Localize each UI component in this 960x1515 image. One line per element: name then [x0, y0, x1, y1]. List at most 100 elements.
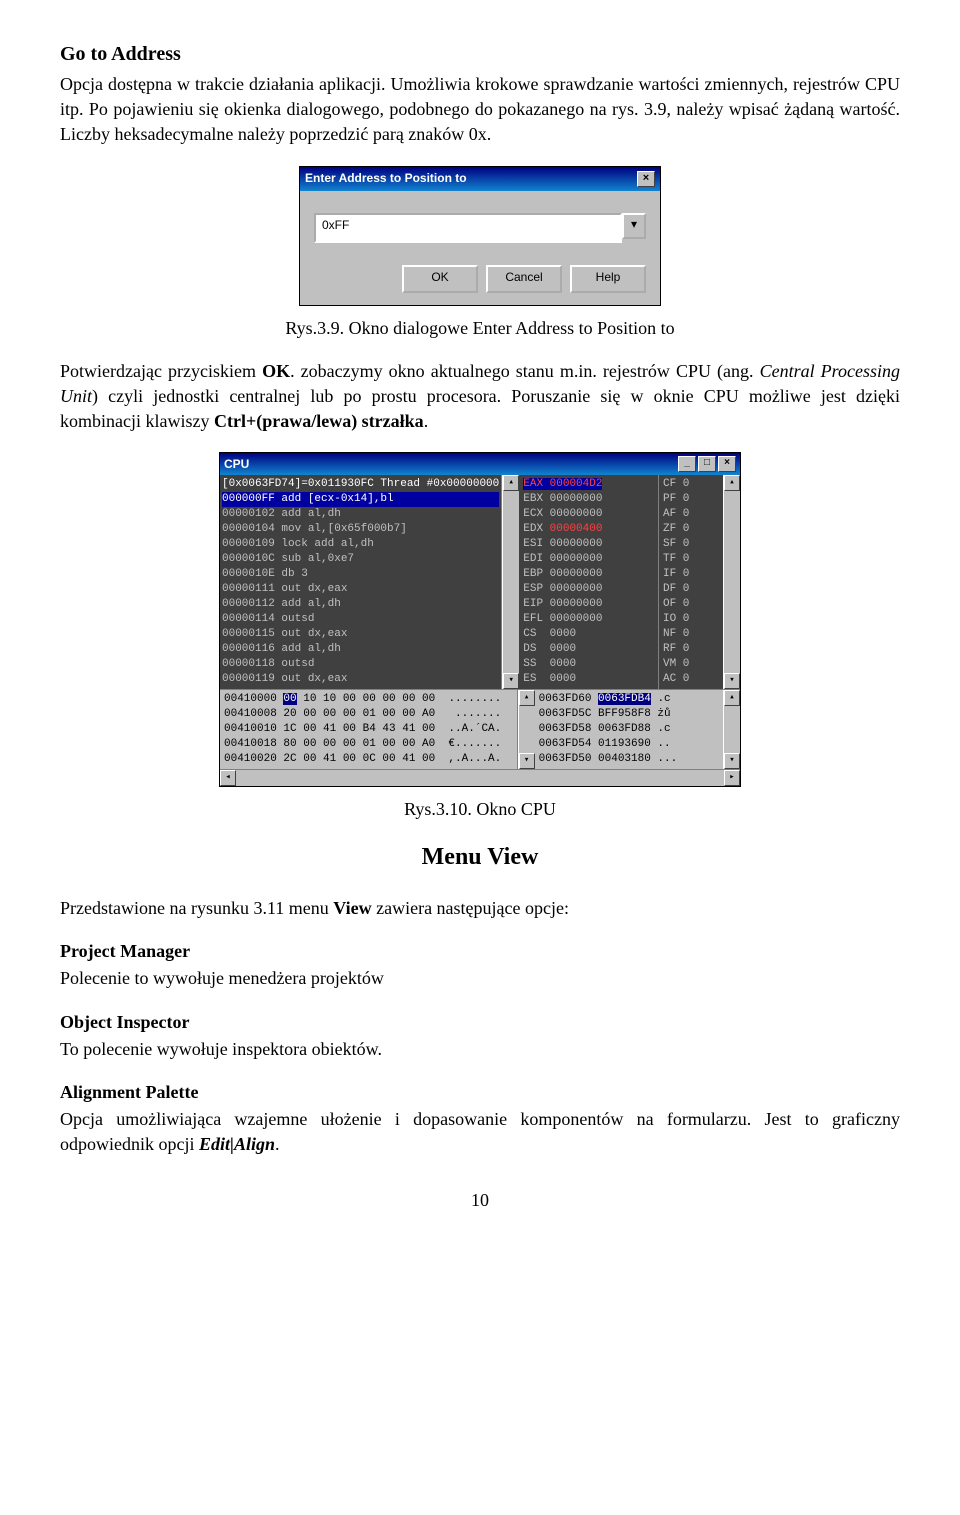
figure-caption-39: Rys.3.9. Okno dialogowe Enter Address to… [60, 316, 900, 341]
register-row[interactable]: ESI 00000000 [523, 537, 654, 552]
scroll-up-icon[interactable]: ▴ [503, 475, 519, 491]
dropdown-icon[interactable]: ▾ [622, 213, 646, 239]
disasm-row[interactable]: 00000119 out dx,eax [222, 672, 499, 687]
flag-row[interactable]: IO 0 [663, 612, 719, 627]
flag-row[interactable]: VM 0 [663, 657, 719, 672]
register-row[interactable]: EBP 00000000 [523, 567, 654, 582]
flag-row[interactable]: SF 0 [663, 537, 719, 552]
section-project-manager: Project Manager [60, 939, 900, 964]
register-row[interactable]: EBX 00000000 [523, 492, 654, 507]
flags-pane[interactable]: CF 0PF 0AF 0ZF 0SF 0TF 0IF 0DF 0OF 0IO 0… [659, 475, 723, 689]
register-row[interactable]: ES 0000 [523, 672, 654, 687]
page-number: 10 [60, 1188, 900, 1213]
hexdump-row[interactable]: 00410010 1C 00 41 00 B4 43 41 00 ..A.´CA… [224, 722, 513, 737]
register-row[interactable]: SS 0000 [523, 657, 654, 672]
register-row[interactable]: ECX 00000000 [523, 507, 654, 522]
register-row[interactable]: ESP 00000000 [523, 582, 654, 597]
flag-row[interactable]: CF 0 [663, 477, 719, 492]
register-row[interactable]: EFL 00000000 [523, 612, 654, 627]
help-button[interactable]: Help [570, 265, 646, 293]
disasm-scrollbar[interactable]: ▴ ▾ [502, 475, 519, 689]
flags-scrollbar[interactable]: ▴ ▾ [723, 475, 740, 689]
section-go-to-address: Go to Address [60, 40, 900, 68]
stack-row[interactable]: 0063FD60 0063FDB4 .c [539, 692, 719, 707]
disasm-row[interactable]: 0000010C sub al,0xe7 [222, 552, 499, 567]
disassembly-pane[interactable]: [0x0063FD74]=0x011930FC Thread #0x000000… [220, 475, 502, 689]
dialog-buttons: OK Cancel Help [314, 265, 646, 293]
scroll-up-icon[interactable]: ▴ [724, 475, 740, 491]
hex-scrollbar[interactable]: ▴ ▾ [518, 690, 535, 769]
register-row[interactable]: EAX 000004D2 [523, 477, 654, 492]
register-row[interactable]: CS 0000 [523, 627, 654, 642]
flag-row[interactable]: ZF 0 [663, 522, 719, 537]
scroll-up-icon[interactable]: ▴ [724, 690, 740, 706]
address-input[interactable]: 0xFF [314, 213, 622, 243]
scroll-down-icon[interactable]: ▾ [724, 673, 740, 689]
stack-row[interactable]: 0063FD54 01193690 .. [539, 737, 719, 752]
cpu-titlebar: CPU _ □ × [220, 453, 740, 475]
flag-row[interactable]: IF 0 [663, 567, 719, 582]
hexdump-pane[interactable]: 00410000 00 10 10 00 00 00 00 00 .......… [220, 690, 518, 769]
flag-row[interactable]: PF 0 [663, 492, 719, 507]
disasm-row[interactable]: 00000118 outsd [222, 657, 499, 672]
dialog-enter-address: Enter Address to Position to × 0xFF ▾ OK… [299, 166, 661, 306]
stack-row[interactable]: 0063FD58 0063FD88 .c [539, 722, 719, 737]
scroll-down-icon[interactable]: ▾ [503, 673, 519, 689]
disasm-row[interactable]: 00000112 add al,dh [222, 597, 499, 612]
flag-row[interactable]: OF 0 [663, 597, 719, 612]
paragraph-cpu: Potwierdzając przyciskiem OK. zobaczymy … [60, 359, 900, 435]
paragraph-menu-view: Przedstawione na rysunku 3.11 menu View … [60, 896, 900, 921]
disasm-row[interactable]: 00000109 lock add al,dh [222, 537, 499, 552]
hexdump-row[interactable]: 00410018 80 00 00 00 01 00 00 A0 €......… [224, 737, 513, 752]
disasm-row[interactable]: 0000010E db 3 [222, 567, 499, 582]
dialog-titlebar: Enter Address to Position to × [300, 167, 660, 191]
disasm-header: [0x0063FD74]=0x011930FC Thread #0x000000… [222, 477, 499, 492]
scroll-right-icon[interactable]: ▸ [724, 770, 740, 786]
disasm-row[interactable]: 00000104 mov al,[0x65f000b7] [222, 522, 499, 537]
register-row[interactable]: EDX 00000400 [523, 522, 654, 537]
disasm-row[interactable]: 00000114 outsd [222, 612, 499, 627]
scroll-left-icon[interactable]: ◂ [220, 770, 236, 786]
hexdump-row[interactable]: 00410020 2C 00 41 00 0C 00 41 00 ,.A...A… [224, 752, 513, 767]
disasm-row[interactable]: 00000111 out dx,eax [222, 582, 499, 597]
stack-row[interactable]: 0063FD50 00403180 ... [539, 752, 719, 767]
cpu-bottom-pane: 00410000 00 10 10 00 00 00 00 00 .......… [220, 690, 740, 769]
stack-row[interactable]: 0063FD5C BFF958F8 żů [539, 707, 719, 722]
horizontal-scrollbar[interactable]: ◂ ▸ [220, 769, 740, 786]
registers-pane[interactable]: EAX 000004D2EBX 00000000ECX 00000000EDX … [519, 475, 659, 689]
register-row[interactable]: DS 0000 [523, 642, 654, 657]
flag-row[interactable]: RF 0 [663, 642, 719, 657]
scroll-up-icon[interactable]: ▴ [519, 690, 535, 706]
dialog-title: Enter Address to Position to [305, 170, 467, 187]
scroll-down-icon[interactable]: ▾ [519, 753, 535, 769]
hexdump-row[interactable]: 00410000 00 10 10 00 00 00 00 00 .......… [224, 692, 513, 707]
menu-view-heading: Menu View [60, 841, 900, 875]
disasm-row[interactable]: 00000116 add al,dh [222, 642, 499, 657]
register-row[interactable]: EIP 00000000 [523, 597, 654, 612]
minimize-icon[interactable]: _ [678, 456, 696, 472]
disasm-row[interactable]: 000000FF add [ecx-0x14],bl [222, 492, 499, 507]
disasm-row[interactable]: 00000115 out dx,eax [222, 627, 499, 642]
flag-row[interactable]: DF 0 [663, 582, 719, 597]
address-input-row: 0xFF ▾ [314, 213, 646, 243]
maximize-icon[interactable]: □ [698, 456, 716, 472]
close-icon[interactable]: × [718, 456, 736, 472]
section-body: Polecenie to wywołuje menedżera projektó… [60, 966, 900, 991]
stack-pane[interactable]: 0063FD60 0063FDB4 .c0063FD5C BFF958F8 żů… [535, 690, 723, 769]
section-alignment-palette: Alignment Palette [60, 1080, 900, 1105]
scroll-down-icon[interactable]: ▾ [724, 753, 740, 769]
section-object-inspector: Object Inspector [60, 1010, 900, 1035]
hexdump-row[interactable]: 00410008 20 00 00 00 01 00 00 A0 ....... [224, 707, 513, 722]
flag-row[interactable]: NF 0 [663, 627, 719, 642]
close-icon[interactable]: × [637, 171, 655, 187]
flag-row[interactable]: AF 0 [663, 507, 719, 522]
cancel-button[interactable]: Cancel [486, 265, 562, 293]
paragraph-intro: Opcja dostępna w trakcie działania aplik… [60, 72, 900, 148]
cpu-window: CPU _ □ × [0x0063FD74]=0x011930FC Thread… [219, 452, 741, 787]
disasm-row[interactable]: 00000102 add al,dh [222, 507, 499, 522]
register-row[interactable]: EDI 00000000 [523, 552, 654, 567]
flag-row[interactable]: TF 0 [663, 552, 719, 567]
stack-scrollbar[interactable]: ▴ ▾ [723, 690, 740, 769]
flag-row[interactable]: AC 0 [663, 672, 719, 687]
ok-button[interactable]: OK [402, 265, 478, 293]
